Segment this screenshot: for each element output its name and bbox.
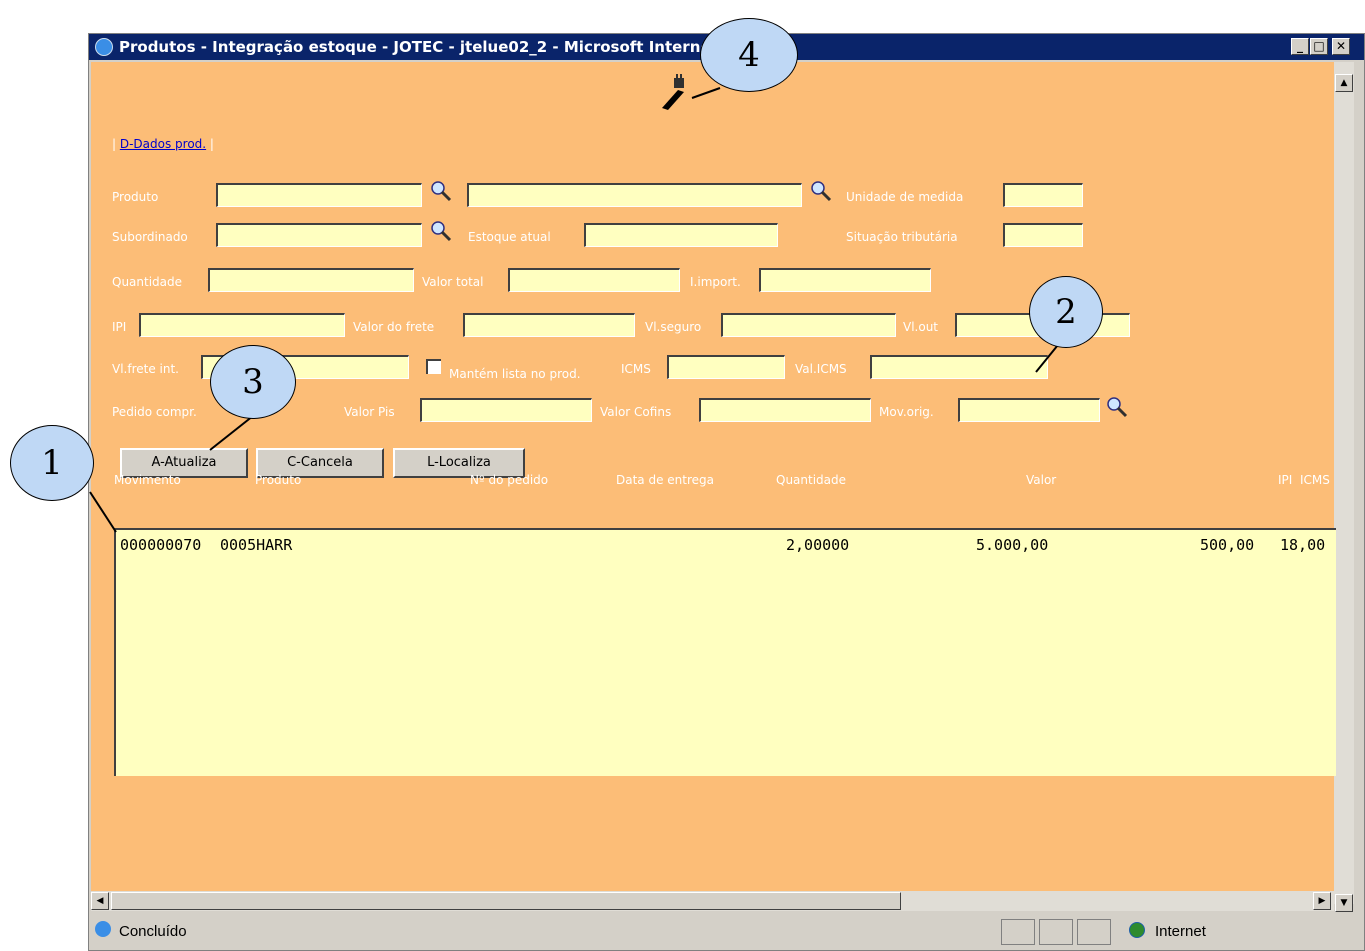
callout-3: 3 — [210, 345, 296, 419]
callout-1: 1 — [10, 425, 94, 501]
callout-2: 2 — [1029, 276, 1103, 348]
callout-pointers — [89, 87, 1063, 533]
callout-4: 4 — [700, 18, 798, 92]
